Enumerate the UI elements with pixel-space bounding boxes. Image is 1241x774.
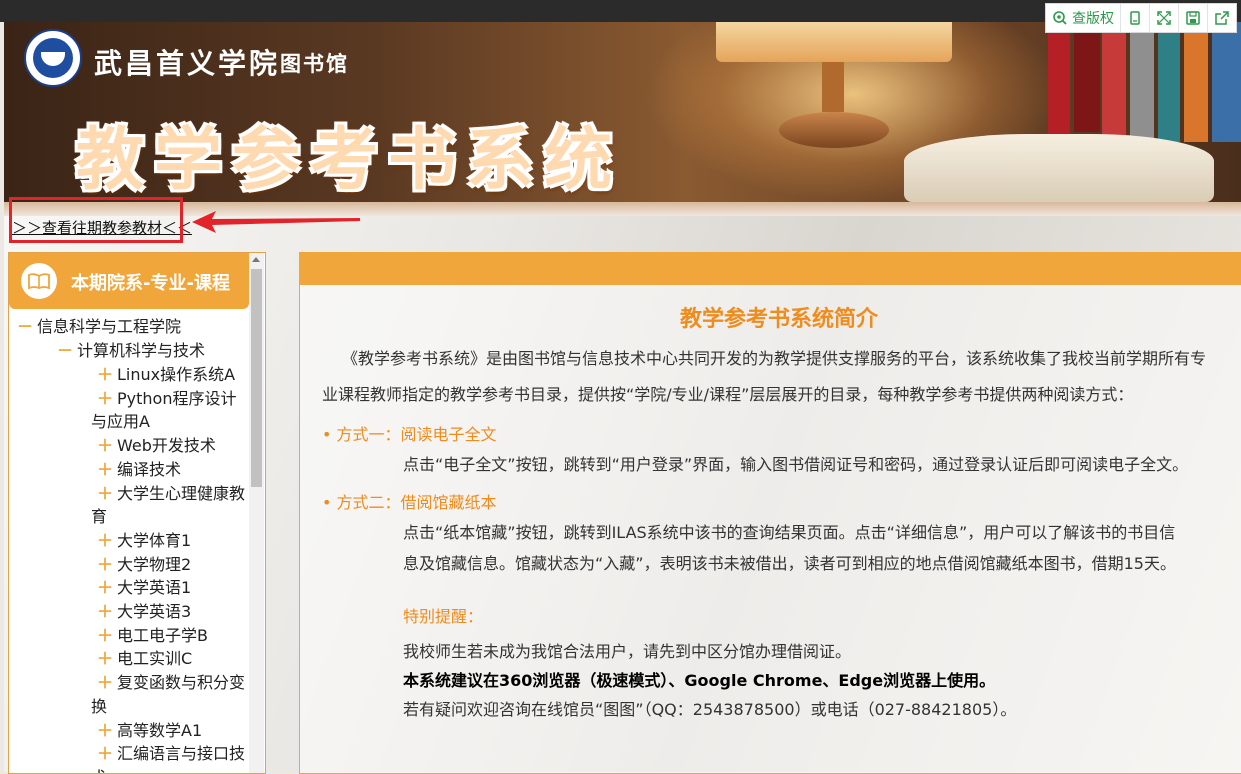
browser-recommendation: 本系统建议在360浏览器（极速模式）、Google Chrome、Edge浏览器… [403, 671, 996, 690]
sidebar-header: 本期院系-专业-课程 [9, 253, 249, 309]
tree-item-course[interactable]: ＋编译技术 [97, 458, 181, 481]
expand-icon[interactable]: ＋ [97, 458, 117, 481]
method-2-title: • 方式二：借阅馆藏纸本 [322, 493, 497, 512]
search-icon [1053, 11, 1067, 25]
collapse-icon[interactable]: － [17, 315, 37, 338]
share-button[interactable] [1207, 4, 1236, 32]
library-name: 图书馆 [280, 51, 349, 76]
school-logo [24, 29, 82, 87]
highlight-box [9, 197, 183, 243]
expand-icon[interactable]: ＋ [97, 742, 117, 765]
share-icon [1215, 11, 1229, 25]
tree-item-course-wrap[interactable]: 术 [91, 766, 107, 773]
book-spine-image [1102, 22, 1126, 142]
book-spine-image [1074, 22, 1100, 132]
lamp-shade-image [716, 22, 952, 62]
copy-button[interactable] [1120, 4, 1149, 32]
tree-item-course[interactable]: ＋复变函数与积分变 [97, 671, 245, 694]
tree-item-course-wrap[interactable]: 换 [91, 695, 107, 718]
expand-icon[interactable]: ＋ [97, 529, 117, 552]
tree-item-course[interactable]: ＋ Linux操作系统A [97, 363, 235, 386]
method-1-text: 点击“电子全文”按钮，跳转到“用户登录”界面，输入图书借阅证号和密码，通过登录认… [403, 455, 1189, 474]
sidebar-scrollbar[interactable] [249, 253, 264, 773]
tree-item-course[interactable]: ＋大学生心理健康教 [97, 482, 245, 505]
book-spine-image [1158, 22, 1180, 142]
book-spine-image [1212, 22, 1241, 142]
intro-panel-header [300, 253, 1241, 285]
course-tree-sidebar: 本期院系-专业-课程 －信息科学与工程学院 －计算机科学与技术 ＋ Linux操作… [8, 252, 266, 774]
scroll-up-arrow-icon[interactable] [252, 257, 260, 262]
book-spine-image [1184, 22, 1208, 142]
save-icon [1186, 11, 1200, 25]
method-1-title: • 方式一：阅读电子全文 [322, 425, 497, 444]
system-title: 教学参考书系统 [76, 121, 623, 200]
save-button[interactable] [1178, 4, 1207, 32]
tree-item-course[interactable]: ＋高等数学A1 [97, 719, 202, 742]
copyright-search-button[interactable]: 查版权 [1046, 4, 1120, 32]
intro-title: 教学参考书系统简介 [679, 307, 878, 332]
expand-icon[interactable]: ＋ [97, 647, 117, 670]
collapse-icon[interactable]: － [57, 339, 77, 362]
copyright-search-label: 查版权 [1072, 11, 1114, 27]
book-icon [21, 263, 57, 299]
expand-icon[interactable]: ＋ [97, 482, 117, 505]
header-banner: 武昌首义学院 图书馆 教学参考书系统 [4, 22, 1241, 202]
intro-line-1: 《教学参考书系统》是由图书馆与信息技术中心共同开发的为教学提供支撑服务的平台，该… [342, 349, 1207, 368]
expand-icon[interactable]: ＋ [97, 624, 117, 647]
copy-icon [1130, 11, 1140, 25]
expand-icon[interactable]: ＋ [97, 363, 117, 386]
tree-item-course[interactable]: ＋大学英语3 [97, 600, 191, 623]
tree-item-course[interactable]: ＋电工电子学B [97, 624, 208, 647]
extension-toolbar: 查版权 [1045, 3, 1237, 33]
fullscreen-button[interactable] [1149, 4, 1178, 32]
tree-item-course[interactable]: ＋汇编语言与接口技 [97, 742, 245, 765]
bullet-icon: • [322, 493, 337, 512]
expand-icon[interactable]: ＋ [97, 553, 117, 576]
contact-info: 若有疑问欢迎咨询在线馆员“图图”（QQ：2543878500）或电话（027-8… [403, 700, 1017, 719]
expand-icon[interactable]: ＋ [97, 671, 117, 694]
scrollbar-thumb[interactable] [251, 269, 262, 487]
reminder-line-1: 我校师生若未成为我馆合法用户，请先到中区分馆办理借阅证。 [403, 642, 852, 661]
tree-item-course[interactable]: ＋大学物理2 [97, 553, 191, 576]
bullet-icon: • [322, 425, 337, 444]
open-book-image [904, 134, 1214, 202]
intro-panel: 教学参考书系统简介 《教学参考书系统》是由图书馆与信息技术中心共同开发的为教学提… [299, 252, 1241, 774]
tree-item-course[interactable]: ＋电工实训C [97, 647, 192, 670]
tree-item-major[interactable]: －计算机科学与技术 [57, 339, 205, 362]
school-name: 武昌首义学院 [94, 47, 281, 80]
expand-icon[interactable]: ＋ [97, 434, 117, 457]
book-spine-image [1048, 22, 1070, 142]
book-spine-image [1130, 22, 1154, 142]
annotation-arrow-icon [192, 211, 360, 233]
sidebar-title: 本期院系-专业-课程 [71, 273, 230, 294]
expand-icon[interactable]: ＋ [97, 600, 117, 623]
tree-item-course[interactable]: ＋大学英语1 [97, 576, 191, 599]
tree-item-college[interactable]: －信息科学与工程学院 [17, 315, 181, 338]
method-2-line-2: 息及馆藏信息。馆藏状态为“入藏”，表明该书未被借出，读者可到相应的地点借阅馆藏纸… [403, 554, 1176, 573]
reminder-title: 特别提醒： [403, 607, 484, 626]
tree-item-course-wrap[interactable]: 育 [91, 505, 107, 528]
tree-item-course[interactable]: ＋ Python程序设计 [97, 387, 236, 410]
lamp-base-image [779, 112, 889, 148]
intro-line-2: 业课程教师指定的教学参考书目录，提供按“学院/专业/课程”层层展开的目录，每种教… [322, 385, 1134, 404]
lamp-neck-image [822, 62, 844, 112]
expand-icon[interactable]: ＋ [97, 719, 117, 742]
expand-icon[interactable]: ＋ [97, 576, 117, 599]
tree-item-course[interactable]: ＋ Web开发技术 [97, 434, 216, 457]
expand-icon[interactable]: ＋ [97, 387, 117, 410]
tree-item-course[interactable]: ＋大学体育1 [97, 529, 191, 552]
tree-item-course-wrap[interactable]: 与应用A [91, 410, 150, 433]
expand-icon [1157, 11, 1171, 25]
